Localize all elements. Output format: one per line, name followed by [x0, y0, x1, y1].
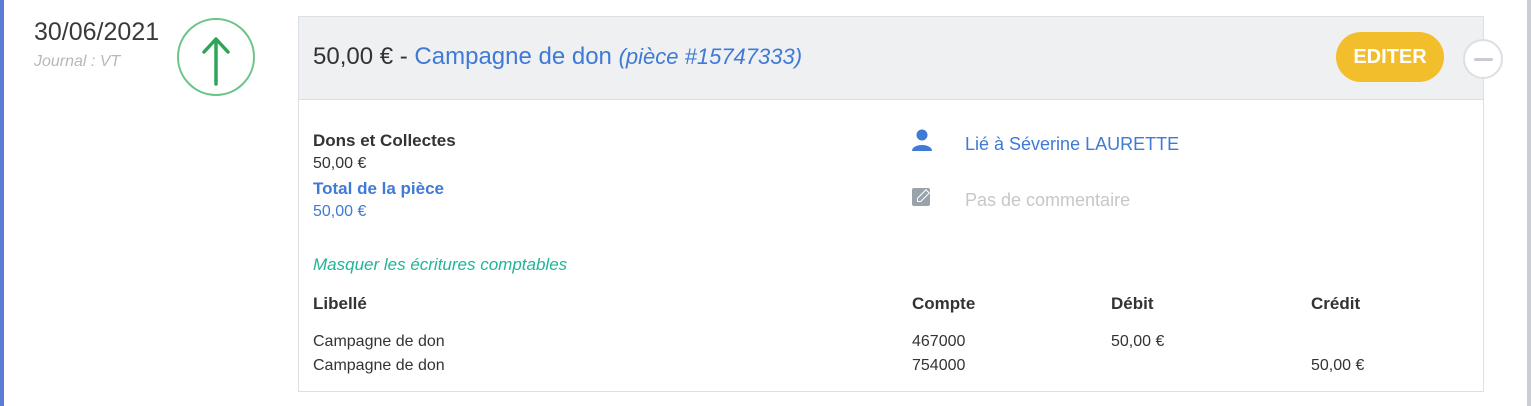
- entry-title: 50,00 € - Campagne de don (pièce #157473…: [313, 43, 802, 71]
- minus-circle-icon[interactable]: [1463, 39, 1503, 79]
- header-debit: Débit: [1111, 294, 1154, 313]
- row-1-compte: 467000: [912, 333, 966, 350]
- row-1-libelle: Campagne de don: [313, 333, 445, 350]
- entry-title-link[interactable]: Campagne de don: [414, 43, 611, 70]
- row-2-credit: 50,00 €: [1311, 357, 1365, 374]
- category-value: 50,00 €: [313, 155, 367, 172]
- total-label: Total de la pièce: [313, 179, 445, 198]
- header-credit: Crédit: [1311, 294, 1361, 313]
- row-2-libelle: Campagne de don: [313, 357, 445, 374]
- row-1-debit: 50,00 €: [1111, 333, 1165, 350]
- edit-button[interactable]: EDITER: [1336, 32, 1444, 82]
- header-libelle: Libellé: [313, 294, 367, 313]
- total-value: 50,00 €: [313, 203, 367, 220]
- piece-number: (pièce #15747333): [618, 44, 803, 69]
- scrollbar-track[interactable]: [1527, 0, 1531, 406]
- linked-user-link[interactable]: Lié à Séverine LAURETTE: [965, 134, 1179, 155]
- entry-amount: 50,00 €: [313, 43, 394, 70]
- toggle-entries-link[interactable]: Masquer les écritures comptables: [313, 255, 567, 275]
- header-compte: Compte: [912, 294, 976, 313]
- user-icon: [911, 128, 933, 157]
- left-accent-bar: [0, 0, 4, 406]
- entry-date: 30/06/2021: [34, 18, 160, 46]
- entry-card-header: 50,00 € - Campagne de don (pièce #157473…: [299, 17, 1503, 100]
- no-comment-text[interactable]: Pas de commentaire: [965, 190, 1130, 211]
- edit-comment-icon[interactable]: [911, 185, 935, 212]
- arrow-up-icon: [177, 18, 255, 96]
- category-label: Dons et Collectes: [313, 131, 456, 150]
- entry-card: 50,00 € - Campagne de don (pièce #157473…: [298, 16, 1503, 392]
- title-separator: -: [399, 43, 408, 70]
- row-2-compte: 754000: [912, 357, 966, 374]
- journal-label: Journal : VT: [34, 53, 121, 70]
- minus-bar: [1474, 58, 1493, 61]
